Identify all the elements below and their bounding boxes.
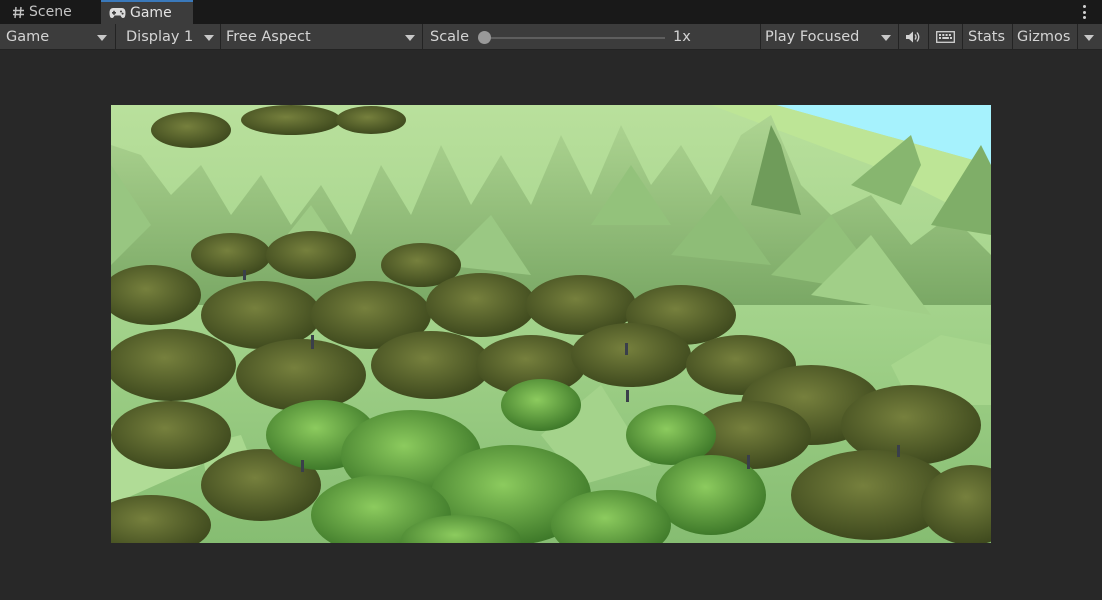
tab-scene-label: Scene [29,4,72,20]
play-mode-label: Play Focused [765,29,860,45]
chevron-down-icon [204,35,214,41]
scale-label: Scale [430,24,469,50]
divider [1012,24,1013,50]
tab-game-label: Game [130,5,172,21]
scale-value: 1x [673,24,691,50]
scale-value-text: 1x [673,29,691,45]
aspect-dropdown[interactable]: Free Aspect [226,24,311,50]
view-mode-label: Game [6,29,50,45]
display-dropdown[interactable]: Display 1 [126,24,193,50]
kebab-menu-icon[interactable] [1076,3,1092,21]
divider [115,24,116,50]
scale-slider-track[interactable] [484,37,665,39]
divider [962,24,963,50]
play-mode-dropdown[interactable]: Play Focused [765,24,859,50]
tab-game[interactable]: Game [101,0,193,24]
chevron-down-icon [405,35,415,41]
gizmos-label: Gizmos [1017,29,1071,45]
tab-scene[interactable]: Scene [4,0,100,24]
gizmos-dropdown-icon[interactable] [1084,35,1094,41]
game-render[interactable] [111,105,991,543]
scale-slider-thumb[interactable] [478,31,491,44]
tab-strip: Scene Game [0,0,1102,24]
aspect-label: Free Aspect [226,29,311,45]
hash-icon [12,6,25,19]
keyboard-icon[interactable] [936,24,955,50]
stats-label: Stats [968,29,1006,45]
divider [220,24,221,50]
stats-button[interactable]: Stats [968,24,1005,50]
divider [1077,24,1078,50]
speaker-icon[interactable] [905,24,921,50]
scale-label-text: Scale [430,29,470,45]
gamepad-icon [109,7,126,19]
divider [422,24,423,50]
gizmos-button[interactable]: Gizmos [1017,24,1070,50]
divider [760,24,761,50]
terrain-scene [111,105,991,543]
divider [928,24,929,50]
divider [898,24,899,50]
view-mode-dropdown[interactable]: Game [6,24,49,50]
display-label: Display 1 [126,29,194,45]
chevron-down-icon [97,35,107,41]
chevron-down-icon [881,35,891,41]
